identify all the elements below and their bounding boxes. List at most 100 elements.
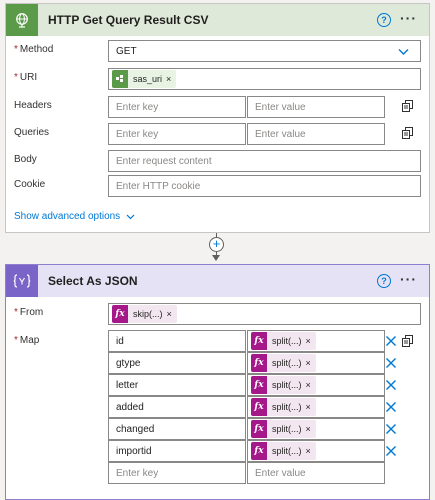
fx-icon: fx: [251, 376, 267, 394]
map-row: letter fx split(...) ×: [6, 374, 429, 396]
fx-icon: fx: [112, 305, 128, 323]
cookie-label: Cookie: [14, 179, 46, 190]
cookie-input[interactable]: Enter HTTP cookie: [108, 175, 421, 197]
method-value: GET: [116, 45, 137, 57]
map-value-token-label: split(...): [272, 358, 302, 368]
method-row: * Method GET: [6, 40, 429, 64]
delete-x-icon[interactable]: [385, 445, 397, 457]
fx-icon: fx: [251, 442, 267, 460]
map-key-input[interactable]: letter: [108, 374, 246, 396]
globe-icon: [6, 4, 38, 36]
queries-row: Queries Enter key Enter value: [6, 123, 429, 147]
delete-x-icon[interactable]: [385, 335, 397, 347]
body-label: Body: [14, 154, 37, 165]
chevron-down-icon: [398, 49, 409, 55]
map-row: added fx split(...) ×: [6, 396, 429, 418]
map-key-value: id: [116, 335, 124, 347]
select-action-header[interactable]: Select As JSON ? ···: [6, 265, 429, 297]
more-icon[interactable]: ···: [400, 271, 417, 287]
delete-x-icon[interactable]: [385, 357, 397, 369]
map-value-token[interactable]: fx split(...) ×: [251, 376, 316, 394]
map-value-token-label: split(...): [272, 424, 302, 434]
http-action-card: HTTP Get Query Result CSV ? ··· * Method …: [5, 3, 430, 233]
map-value-field[interactable]: fx split(...) ×: [247, 418, 385, 440]
map-key-value: added: [116, 401, 144, 413]
delete-x-icon[interactable]: [385, 423, 397, 435]
cookie-row: Cookie Enter HTTP cookie: [6, 175, 429, 199]
map-value-token[interactable]: fx split(...) ×: [251, 332, 316, 350]
method-dropdown[interactable]: GET: [108, 40, 421, 62]
fx-icon: fx: [251, 332, 267, 350]
headers-key-input[interactable]: Enter key: [108, 96, 246, 118]
map-value-field[interactable]: fx split(...) ×: [247, 374, 385, 396]
http-action-header[interactable]: HTTP Get Query Result CSV ? ···: [6, 4, 429, 36]
show-advanced-options-link[interactable]: Show advanced options: [14, 211, 135, 222]
uri-field[interactable]: sas_uri ×: [108, 68, 421, 90]
map-row: importid fx split(...) ×: [6, 440, 429, 462]
uri-label: URI: [19, 72, 38, 83]
map-value-input[interactable]: Enter value: [247, 462, 385, 484]
select-action-card: Select As JSON ? ··· * From fx skip(...) …: [5, 264, 430, 500]
map-key-input[interactable]: gtype: [108, 352, 246, 374]
uri-token[interactable]: sas_uri ×: [112, 70, 177, 88]
chevron-down-icon: [126, 214, 135, 220]
map-value-token-label: split(...): [272, 402, 302, 412]
map-key-input[interactable]: added: [108, 396, 246, 418]
method-label: Method: [19, 44, 54, 55]
map-value-token[interactable]: fx split(...) ×: [251, 398, 316, 416]
headers-label: Headers: [14, 100, 52, 111]
fx-icon: fx: [251, 354, 267, 372]
help-icon[interactable]: ?: [377, 274, 391, 288]
map-value-token[interactable]: fx split(...) ×: [251, 420, 316, 438]
from-field[interactable]: fx skip(...) ×: [108, 303, 421, 325]
queries-value-input[interactable]: Enter value: [247, 123, 385, 145]
map-key-input[interactable]: changed: [108, 418, 246, 440]
map-value-field[interactable]: fx split(...) ×: [247, 396, 385, 418]
select-braces-icon: [6, 265, 38, 297]
map-key-input[interactable]: Enter key: [108, 462, 246, 484]
copy-icon[interactable]: [402, 100, 414, 112]
remove-token-icon[interactable]: ×: [306, 424, 316, 434]
variable-icon: [112, 70, 128, 88]
from-token[interactable]: fx skip(...) ×: [112, 305, 177, 323]
map-value-field[interactable]: fx split(...) ×: [247, 440, 385, 462]
delete-x-icon[interactable]: [385, 379, 397, 391]
map-key-input[interactable]: id: [108, 330, 246, 352]
map-value-field[interactable]: fx split(...) ×: [247, 352, 385, 374]
remove-token-icon[interactable]: ×: [166, 74, 176, 84]
from-row: * From fx skip(...) ×: [6, 303, 429, 327]
map-key-value: letter: [116, 379, 139, 391]
map-value-token[interactable]: fx split(...) ×: [251, 354, 316, 372]
uri-token-label: sas_uri: [133, 74, 163, 84]
map-value-token[interactable]: fx split(...) ×: [251, 442, 316, 460]
map-key-value: gtype: [116, 357, 141, 369]
remove-token-icon[interactable]: ×: [306, 402, 316, 412]
uri-row: * URI sas_uri ×: [6, 68, 429, 92]
add-step-button[interactable]: +: [209, 237, 224, 252]
remove-token-icon[interactable]: ×: [306, 380, 316, 390]
map-row: changed fx split(...) ×: [6, 418, 429, 440]
map-value-token-label: split(...): [272, 446, 302, 456]
remove-token-icon[interactable]: ×: [167, 309, 177, 319]
headers-value-input[interactable]: Enter value: [247, 96, 385, 118]
map-value-token-label: split(...): [272, 380, 302, 390]
remove-token-icon[interactable]: ×: [306, 446, 316, 456]
map-value-field[interactable]: fx split(...) ×: [247, 330, 385, 352]
remove-token-icon[interactable]: ×: [306, 358, 316, 368]
map-value-token-label: split(...): [272, 336, 302, 346]
body-input[interactable]: Enter request content: [108, 150, 421, 172]
from-token-label: skip(...): [133, 309, 163, 319]
map-key-value: changed: [116, 423, 155, 435]
delete-x-icon[interactable]: [385, 401, 397, 413]
queries-key-input[interactable]: Enter key: [108, 123, 246, 145]
more-icon[interactable]: ···: [400, 10, 417, 26]
from-label: From: [19, 307, 44, 318]
headers-row: Headers Enter key Enter value: [6, 96, 429, 120]
help-icon[interactable]: ?: [377, 13, 391, 27]
map-row: gtype fx split(...) ×: [6, 352, 429, 374]
map-key-input[interactable]: importid: [108, 440, 246, 462]
remove-token-icon[interactable]: ×: [306, 336, 316, 346]
body-row: Body Enter request content: [6, 150, 429, 174]
map-empty-row: Enter key Enter value: [6, 462, 429, 484]
copy-icon[interactable]: [402, 127, 414, 139]
